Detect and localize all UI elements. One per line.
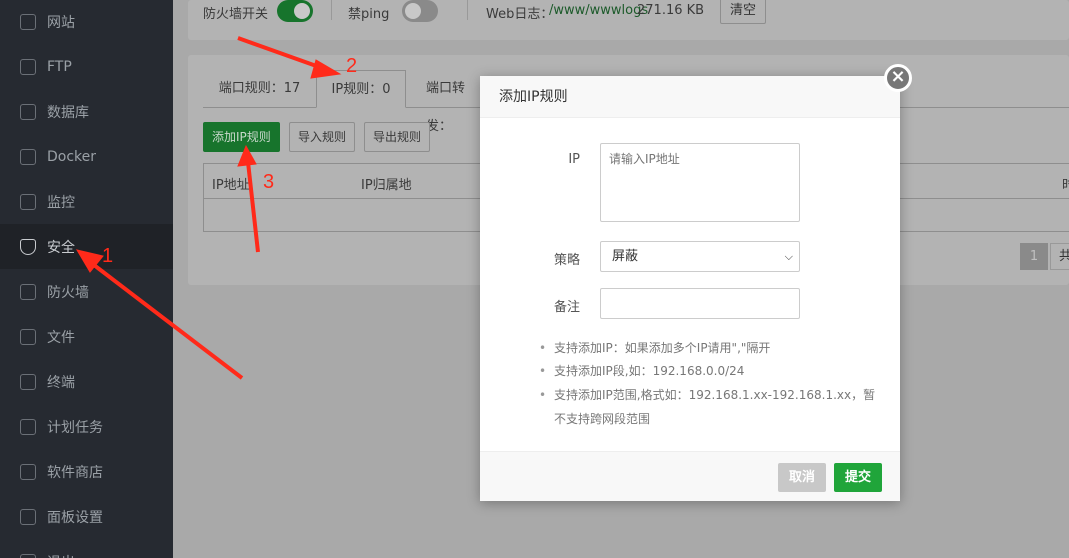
submit-button[interactable]: 提交: [834, 463, 882, 492]
annotation-1: 1: [102, 245, 113, 267]
add-ip-rule-dialog: 添加IP规则 IP 策略 屏蔽 ⌵ 备注 支持添加IP：如果添加多个IP请用",…: [480, 76, 900, 501]
dialog-footer: 取消 提交: [480, 451, 900, 501]
annotation-2: 2: [346, 55, 357, 77]
close-icon[interactable]: ×: [884, 64, 912, 92]
policy-label: 策略: [553, 253, 580, 268]
note-input[interactable]: [600, 288, 800, 319]
annotation-3: 3: [263, 171, 274, 193]
note-label: 备注: [553, 300, 580, 315]
tip-item: 支持添加IP范围,格式如：192.168.1.xx-192.168.1.xx，暂…: [539, 383, 884, 431]
dialog-title: 添加IP规则: [480, 76, 900, 118]
tip-item: 支持添加IP：如果添加多个IP请用","隔开: [539, 336, 884, 360]
policy-selected-value: 屏蔽: [612, 249, 639, 264]
chevron-down-icon: ⌵: [784, 250, 793, 263]
ip-label: IP: [568, 152, 580, 167]
tip-item: 支持添加IP段,如：192.168.0.0/24: [539, 359, 884, 383]
cancel-button[interactable]: 取消: [778, 463, 826, 492]
ip-textarea[interactable]: [600, 143, 800, 222]
policy-select[interactable]: 屏蔽 ⌵: [600, 241, 800, 272]
